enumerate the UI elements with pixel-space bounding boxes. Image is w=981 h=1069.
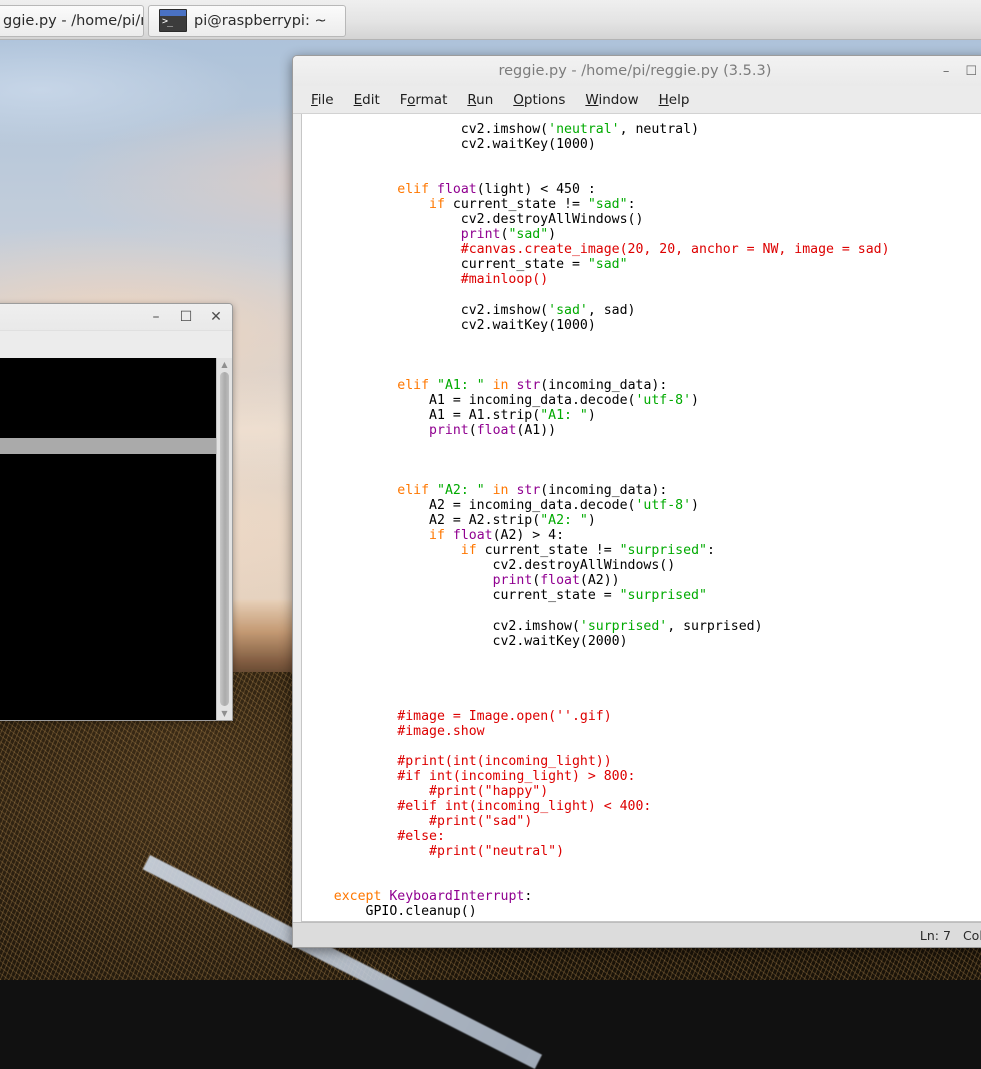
terminal-scrollbar[interactable]: ▲ ▼ xyxy=(216,358,232,720)
menu-window[interactable]: Window xyxy=(575,89,648,111)
terminal-menubar[interactable] xyxy=(0,331,232,359)
terminal-scrollbar-thumb[interactable] xyxy=(220,372,229,706)
status-line-number: Ln: 7 xyxy=(919,927,951,943)
idle-menubar: File Edit Format Run Options Window Help xyxy=(293,86,981,114)
terminal-window[interactable]: – ☐ ✕ ▲ ▼ xyxy=(0,303,233,721)
taskbar-item-label: pi@raspberrypi: ~ xyxy=(194,12,327,29)
taskbar: ggie.py - /home/pi/r... pi@raspberrypi: … xyxy=(0,0,981,40)
idle-editor-window[interactable]: reggie.py - /home/pi/reggie.py (3.5.3) –… xyxy=(292,55,981,948)
menu-help[interactable]: Help xyxy=(649,89,700,111)
terminal-titlebar[interactable]: – ☐ ✕ xyxy=(0,304,232,331)
idle-window-title: reggie.py - /home/pi/reggie.py (3.5.3) xyxy=(498,63,772,79)
terminal-close-button[interactable]: ✕ xyxy=(208,309,224,325)
taskbar-item-idle[interactable]: ggie.py - /home/pi/r... xyxy=(0,4,144,37)
source-code-text[interactable]: cv2.imshow('neutral', neutral) cv2.waitK… xyxy=(302,114,981,919)
terminal-minimize-button[interactable]: – xyxy=(148,309,164,325)
taskbar-item-label: ggie.py - /home/pi/r... xyxy=(3,12,144,29)
status-column-number: Col: xyxy=(962,927,981,943)
menu-file[interactable]: File xyxy=(301,89,344,111)
menu-options[interactable]: Options xyxy=(503,89,575,111)
terminal-icon xyxy=(159,9,187,32)
terminal-body[interactable]: ▲ ▼ xyxy=(0,358,232,720)
scroll-up-icon[interactable]: ▲ xyxy=(218,358,231,371)
idle-statusbar: Ln: 7 Col: xyxy=(293,922,981,947)
code-editor-area[interactable]: cv2.imshow('neutral', neutral) cv2.waitK… xyxy=(301,114,981,922)
terminal-screen[interactable] xyxy=(0,358,216,720)
terminal-maximize-button[interactable]: ☐ xyxy=(178,309,194,325)
menu-format[interactable]: Format xyxy=(390,89,458,111)
idle-titlebar[interactable]: reggie.py - /home/pi/reggie.py (3.5.3) –… xyxy=(293,56,981,86)
menu-edit[interactable]: Edit xyxy=(344,89,390,111)
scroll-down-icon[interactable]: ▼ xyxy=(218,707,231,720)
idle-maximize-button[interactable]: ☐ xyxy=(965,65,977,78)
idle-minimize-button[interactable]: – xyxy=(943,65,950,78)
idle-window-controls: – ☐ xyxy=(943,65,981,78)
menu-run[interactable]: Run xyxy=(457,89,503,111)
taskbar-item-terminal[interactable]: pi@raspberrypi: ~ xyxy=(148,4,346,37)
terminal-selection-highlight xyxy=(0,438,216,454)
